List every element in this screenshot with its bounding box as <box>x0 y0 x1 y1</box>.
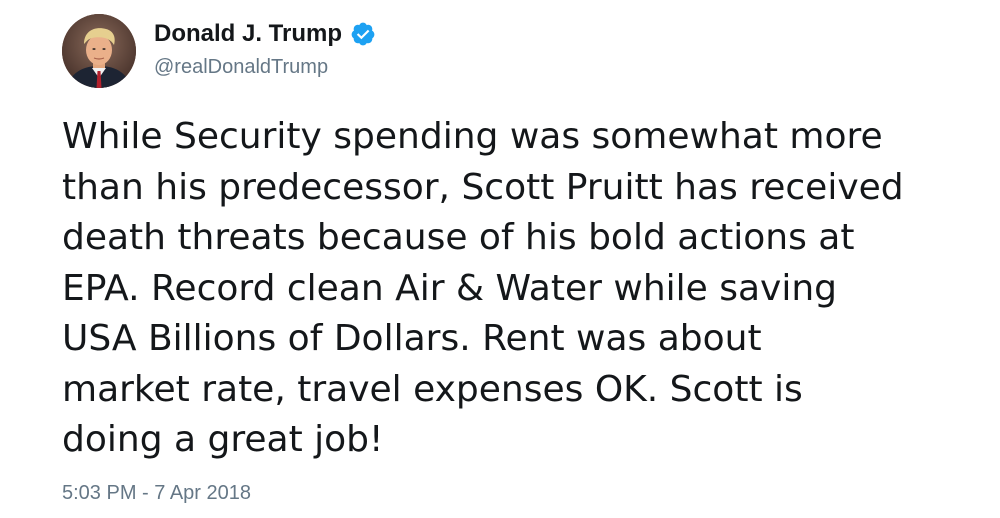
tweet-text-line: death threats because of his bold action… <box>62 217 855 258</box>
tweet-text-line: market rate, travel expenses OK. Scott i… <box>62 368 803 410</box>
tweet-card: Donald J. Trump @realDonaldTrump While S… <box>0 0 1000 518</box>
avatar[interactable] <box>62 14 136 88</box>
tweet-text-line: While Security spending was somewhat mor… <box>62 116 883 157</box>
avatar-image <box>62 14 136 88</box>
tweet-text: While Security spending was somewhat mor… <box>62 112 962 466</box>
display-name[interactable]: Donald J. Trump <box>154 20 342 48</box>
name-row: Donald J. Trump <box>154 16 376 52</box>
user-handle[interactable]: @realDonaldTrump <box>154 56 376 79</box>
tweet-text-line: EPA. Record clean Air & Water while savi… <box>62 267 838 309</box>
tweet-header: Donald J. Trump @realDonaldTrump <box>154 16 376 79</box>
tweet-text-line: doing a great job! <box>62 419 384 460</box>
verified-badge-icon <box>350 21 376 47</box>
tweet-text-line: USA Billions of Dollars. Rent was about <box>62 318 762 359</box>
tweet-text-line: than his predecessor, Scott Pruitt has r… <box>62 166 904 208</box>
tweet-timestamp[interactable]: 5:03 PM - 7 Apr 2018 <box>62 482 251 505</box>
